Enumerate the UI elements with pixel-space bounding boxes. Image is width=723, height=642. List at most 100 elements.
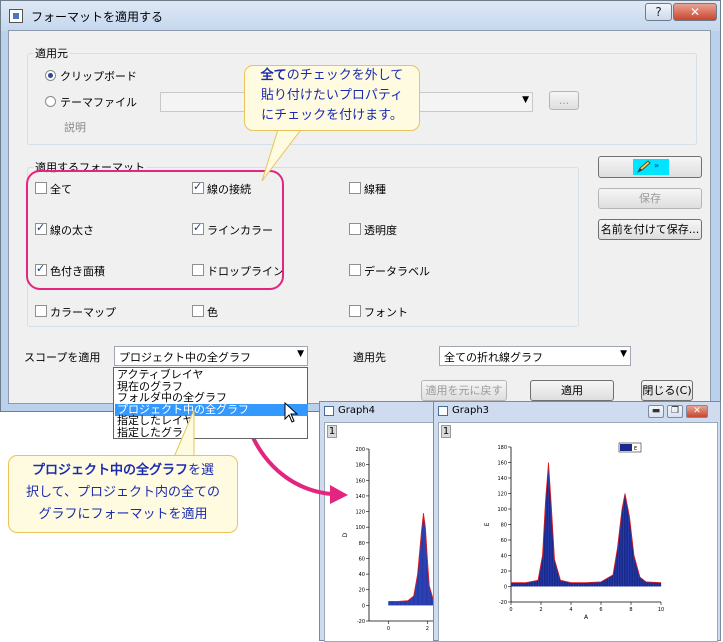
title-bar: フォーマットを適用する [1,1,720,31]
y-tick-label: 80 [501,523,507,529]
chevron-down-icon: ▼ [620,349,627,359]
target-combo[interactable]: 全ての折れ線グラフ ▼ [439,346,631,366]
series-line [388,513,438,602]
y-tick-label: 120 [497,492,507,498]
y-tick-label: 120 [355,510,365,516]
callout-top-line2: 貼り付けたいプロパティ [260,88,404,103]
close-icon[interactable]: ✕ [686,405,708,418]
minimize-icon[interactable]: ▬ [648,405,664,418]
graph3-title: Graph3 [452,405,490,416]
callout-top-line1: 全てのチェックを外して [245,66,419,86]
x-tick-label: 2 [539,607,542,613]
apply-button[interactable]: 適用 [530,380,614,401]
graph3-page: 1 180 160 140 120 100 80 60 40 20 0 -20 0 2 4 6 8 10 E A E [438,422,718,642]
graph3-window[interactable]: Graph3 ▬ ❐ ✕ 1 180 160 140 120 100 80 60 40 20 0-… [433,401,721,642]
format-checkbox-2[interactable] [349,182,361,194]
highlight-frame [26,170,284,290]
callout-bottom-line3: グラフにフォーマットを適用 [38,507,208,522]
cursor-icon [284,401,300,424]
target-label: 適用先 [353,351,386,364]
theme-file-radio[interactable] [45,96,56,107]
clipboard-radio[interactable] [45,70,56,81]
save-as-button[interactable]: 名前を付けて保存... [598,219,702,240]
browse-button[interactable]: ... [549,91,579,110]
scope-label: スコープを適用 [24,351,101,364]
x-tick-label: 0 [387,626,390,632]
callout-top-rest: のチェックを外して [286,68,404,83]
y-tick-label: -20 [357,619,365,625]
description-label: 説明 [64,121,86,134]
format-checkbox-10[interactable] [192,305,204,317]
x-tick-label: 8 [629,607,632,613]
y-tick-label: 20 [359,588,365,594]
save-button[interactable]: 保存 [598,188,702,209]
callout-bottom-bold: プロジェクト中の全グラフ [31,463,188,478]
x-tick-label: 0 [509,607,512,613]
restore-icon[interactable]: ❐ [667,405,683,418]
source-group-label: 適用元 [33,45,70,61]
y-tick-label: 180 [497,445,507,451]
format-checkbox-11[interactable] [349,305,361,317]
callout-bottom-rest: を選 [188,463,215,478]
area-fill [511,462,661,587]
y-tick-label: 100 [497,507,507,513]
clipboard-label[interactable]: クリップボード [60,68,137,84]
close-icon[interactable]: ✕ [673,3,717,21]
x-tick-label: 4 [569,607,572,613]
series-line [511,462,662,584]
y-axis-label: E [484,522,491,526]
format-checkbox-label[interactable]: 透明度 [364,222,397,238]
pencil-icon: » [633,159,669,175]
scope-combo-value: プロジェクト中の全グラフ [119,351,251,364]
callout-top-line3: にチェックを付けます。 [261,108,403,123]
target-combo-value: 全ての折れ線グラフ [444,351,543,364]
callout-top-pointer [258,122,318,185]
format-menu-button[interactable]: » [598,156,702,178]
revert-button[interactable]: 適用を元に戻す [421,380,507,401]
callout-top-bold: 全て [260,68,287,83]
dialog-title: フォーマットを適用する [31,10,164,24]
chevron-down-icon: ▼ [522,95,529,105]
y-tick-label: 160 [497,461,507,467]
app-icon [9,9,23,23]
callout-bottom-line1: プロジェクト中の全グラフを選 [9,460,237,482]
graph-window-icon [438,406,448,416]
scope-combo[interactable]: プロジェクト中の全グラフ ▼ [114,346,308,366]
x-tick-label: 6 [599,607,602,613]
theme-file-label[interactable]: テーマファイル [60,94,137,110]
format-checkbox-8[interactable] [349,264,361,276]
y-tick-label: 40 [359,572,365,578]
scope-dropdown-list[interactable]: アクティブレイヤ 現在のグラフ フォルダ中の全グラフ プロジェクト中の全グラフ 指定した… [113,367,308,439]
y-tick-label: 80 [359,541,365,547]
y-tick-label: 140 [497,476,507,482]
y-tick-label: 60 [359,556,365,562]
x-axis-label: A [584,614,589,621]
callout-bottom-line2: 択して、プロジェクト内の全ての [26,485,220,500]
scope-option[interactable]: 指定したグラ [115,426,308,439]
format-checkbox-label[interactable]: 色 [207,304,218,320]
callout-top: 全てのチェックを外して 貼り付けたいプロパティ にチェックを付けます。 [244,65,420,131]
format-checkbox-label[interactable]: カラーマップ [50,304,116,320]
format-checkbox-9[interactable] [35,305,47,317]
legend-swatch [620,444,632,451]
x-tick-label: 2 [426,626,429,632]
y-tick-label: 60 [501,538,507,544]
callout-bottom: プロジェクト中の全グラフを選 択して、プロジェクト内の全ての グラフにフォーマッ… [8,455,238,533]
help-button[interactable]: ? [645,3,672,21]
legend-label: E [634,446,637,452]
callout-bottom-pointer [160,409,200,458]
format-checkbox-label[interactable]: データラベル [364,263,430,279]
y-axis-label: D [342,532,349,537]
chevron-down-icon: ▼ [297,349,304,359]
close-button[interactable]: 閉じる(C) [641,380,693,401]
format-checkbox-5[interactable] [349,223,361,235]
format-checkbox-label[interactable]: フォント [364,304,408,320]
y-tick-label: 0 [504,585,507,591]
y-tick-label: 0 [362,603,365,609]
svg-text:»: » [654,161,659,170]
y-tick-label: -20 [499,600,507,606]
graph3-plot: 180160140120100806040200-200 2 4 6 8 10EAE [484,442,664,621]
format-checkbox-label[interactable]: 線種 [364,181,386,197]
x-tick-label: 10 [658,607,664,613]
y-tick-label: 20 [501,569,507,575]
